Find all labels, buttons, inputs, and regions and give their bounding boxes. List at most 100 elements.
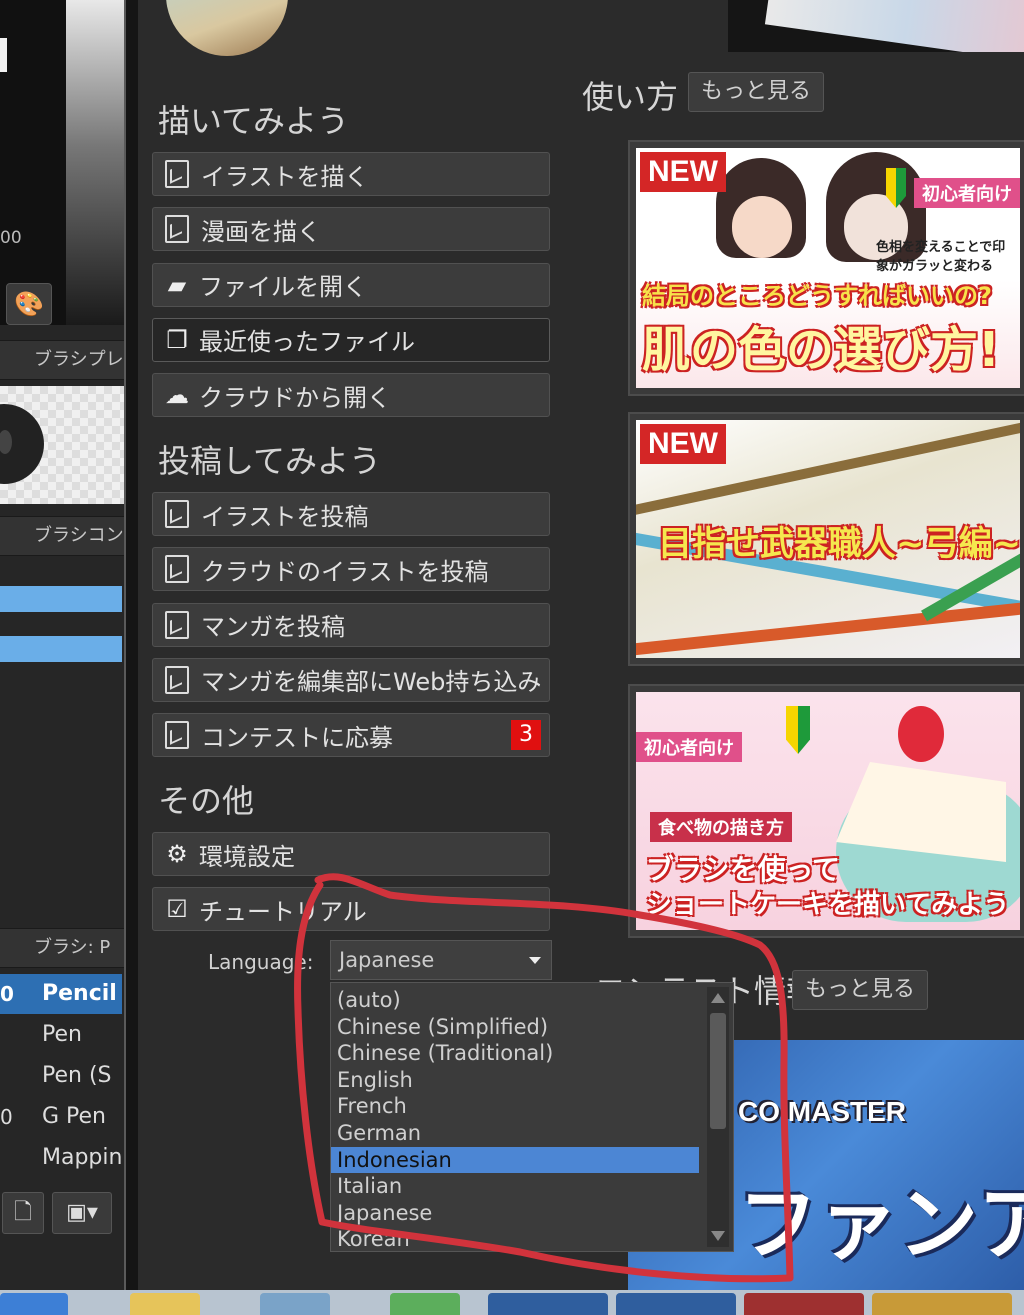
color-marker (0, 38, 7, 72)
header-thumbnail (728, 0, 1024, 52)
brush-item[interactable]: Pen (S (0, 1056, 122, 1096)
dropdown-scrollbar[interactable] (707, 987, 729, 1247)
card-note: 色相を変えることで印象がガラッと変わる (876, 240, 1006, 274)
brush-label: Mappin (42, 1145, 122, 1170)
post_section-button-3[interactable]: マンガを編集部にWeb持ち込み (152, 657, 550, 702)
card-subcaption: 結局のところどうすればいいの? (642, 282, 992, 310)
language-option[interactable]: Italian (331, 1173, 699, 1200)
card-caption: 肌の色の選び方! (642, 322, 1000, 378)
bow-illustration-3 (636, 595, 1020, 657)
os-taskbar (0, 1290, 1024, 1315)
button-label: 最近使ったファイル (199, 328, 415, 357)
brush-item[interactable]: 0 Pencil (0, 974, 122, 1014)
user-avatar[interactable] (166, 0, 288, 56)
post_section-button-4[interactable]: コンテストに応募 3 (152, 713, 550, 758)
new-badge: NEW (640, 424, 726, 464)
scroll-thumb[interactable] (710, 1013, 726, 1129)
contest-banner-subtitle: ファンアー (738, 1178, 1024, 1271)
draw_section-button-3[interactable]: ❐ 最近使ったファイル (152, 317, 550, 362)
button-label: マンガを投稿 (201, 613, 345, 642)
strawberry-illustration (898, 706, 944, 762)
brush-prefix: 0 (0, 982, 14, 1006)
button-label: クラウドから開く (199, 383, 391, 412)
language-option[interactable]: English (331, 1067, 699, 1094)
app-icon[interactable] (390, 1293, 460, 1315)
beginner-mark-icon (786, 706, 810, 754)
palette-icon[interactable]: 🎨 (6, 283, 52, 325)
brush-opacity-slider[interactable] (0, 636, 122, 662)
post_section-button-0[interactable]: イラストを投稿 (152, 492, 550, 536)
other_section-button-0[interactable]: ⚙ 環境設定 (152, 832, 550, 876)
contest-more-button[interactable]: もっと見る (792, 970, 929, 1010)
draw_section-button-0[interactable]: イラストを描く (152, 152, 550, 196)
app-icon[interactable] (616, 1293, 736, 1315)
scroll-up-icon[interactable] (711, 993, 725, 1003)
scroll-down-icon[interactable] (711, 1231, 725, 1241)
app-icon[interactable] (260, 1293, 330, 1315)
folder-icon: ▰ (167, 270, 187, 299)
language-select[interactable]: Japanese (330, 940, 552, 980)
app-icon[interactable] (488, 1293, 608, 1315)
howto-title: 使い方 (582, 78, 679, 116)
howto-more-button[interactable]: もっと見る (688, 72, 825, 112)
color-readout: 00 (0, 228, 22, 248)
language-option[interactable]: Japanese (331, 1200, 699, 1227)
post-section-title: 投稿してみよう (158, 442, 382, 480)
button-label: 環境設定 (199, 842, 295, 871)
panel-divider[interactable] (124, 0, 138, 1290)
color-area[interactable] (0, 0, 66, 325)
post_section-button-1[interactable]: クラウドのイラストを投稿 (152, 547, 550, 592)
brush-size-slider[interactable] (0, 586, 122, 612)
brush-prefix: 0 (0, 1105, 13, 1129)
brush-item[interactable]: Mappin (0, 1138, 122, 1178)
language-option[interactable]: (auto) (331, 987, 699, 1014)
draw_section-button-2[interactable]: ▰ ファイルを開く (152, 262, 550, 307)
language-option[interactable]: Korean (331, 1226, 699, 1253)
document-pen-icon (165, 160, 189, 188)
card-tag: 初心者向け (636, 732, 742, 762)
brush-label: G Pen (42, 1104, 107, 1129)
brush-item[interactable]: 0 G Pen (0, 1097, 122, 1137)
post_section-button-2[interactable]: マンガを投稿 (152, 602, 550, 647)
new-file-icon[interactable]: 🗋 (2, 1192, 44, 1234)
app-icon[interactable] (744, 1293, 864, 1315)
card-caption: ブラシを使って (646, 853, 841, 886)
browser-icon[interactable] (0, 1293, 68, 1315)
chevron-down-icon (529, 957, 541, 964)
card-tag: 初心者向け (914, 178, 1020, 208)
language-option[interactable]: German (331, 1120, 699, 1147)
tutorial-icon: ☑ (166, 895, 188, 924)
language-option[interactable]: Chinese (Simplified) (331, 1014, 699, 1041)
draw_section-button-4[interactable]: ☁ クラウドから開く (152, 373, 550, 418)
language-option[interactable]: French (331, 1093, 699, 1120)
brush-list-header: ブラシ: P (0, 928, 128, 968)
brightness-gradient[interactable] (66, 0, 128, 325)
howto-card-shortcake[interactable]: 初心者向け 食べ物の描き方 ブラシを使って ショートケーキを描いてみよう (628, 684, 1024, 938)
button-label: マンガを編集部にWeb持ち込み (201, 668, 542, 697)
brush-label: Pencil (42, 981, 117, 1006)
app-icon[interactable] (872, 1293, 1012, 1315)
document-pen-icon (165, 555, 189, 584)
brush-label: Pen (42, 1022, 82, 1047)
brush-preview-header: ブラシプレ (0, 340, 128, 380)
draw_section-button-1[interactable]: 漫画を描く (152, 207, 550, 252)
cloud-folder-icon: ☁ (165, 381, 189, 410)
gear-icon: ⚙ (166, 840, 188, 868)
language-option[interactable]: Chinese (Traditional) (331, 1040, 699, 1067)
contest-banner-title: CO MASTER (738, 1096, 906, 1127)
language-dropdown-list[interactable]: (auto) Chinese (Simplified) Chinese (Tradi… (330, 982, 734, 1252)
button-label: イラストを投稿 (201, 502, 369, 531)
card-caption-line2: ショートケーキを描いてみよう (646, 890, 1010, 920)
language-option[interactable]: Indonesian (331, 1146, 699, 1174)
card-tag-secondary: 食べ物の描き方 (650, 812, 792, 842)
notification-badge: 3 (511, 720, 541, 751)
brush-control-header: ブラシコント (0, 516, 128, 556)
button-label: クラウドのイラストを投稿 (201, 557, 489, 586)
explorer-icon[interactable] (130, 1293, 200, 1315)
button-label: コンテストに応募 (201, 723, 393, 752)
howto-card-weapon[interactable]: NEW 目指せ武器職人~弓編~ (628, 412, 1024, 666)
brush-item[interactable]: Pen (0, 1015, 122, 1055)
brush-menu-icon[interactable]: ▣▾ (52, 1192, 112, 1234)
other_section-button-1[interactable]: ☑ チュートリアル (152, 887, 550, 932)
howto-card-skin-color[interactable]: NEW 初心者向け 色相を変えることで印象がガラッと変わる 結局のところどうすれ… (628, 140, 1024, 396)
